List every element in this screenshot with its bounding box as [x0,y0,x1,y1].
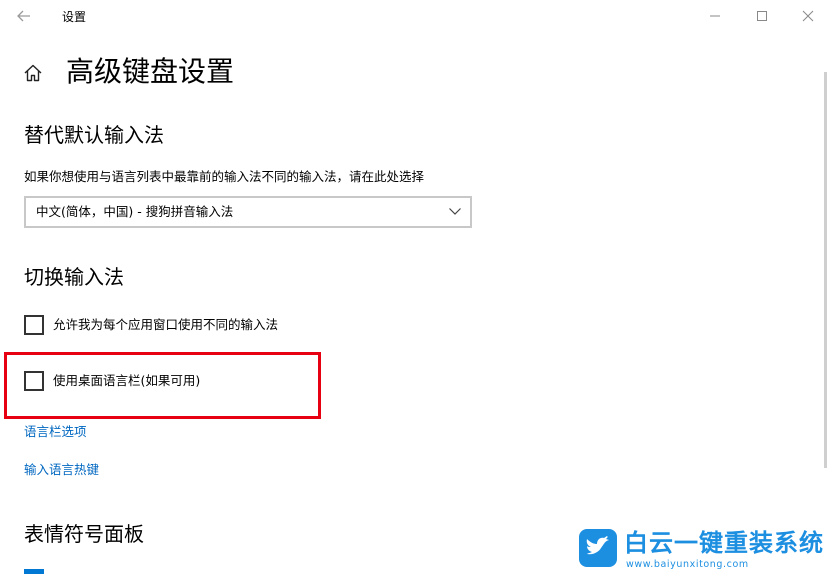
back-arrow-icon[interactable] [10,4,38,28]
watermark-url: www.baiyunxitong.com [626,559,749,570]
close-button[interactable] [785,0,831,32]
per-app-input-label: 允许我为每个应用窗口使用不同的输入法 [53,317,279,332]
override-input-heading: 替代默认输入法 [24,123,164,147]
maximize-button[interactable] [739,0,785,32]
close-icon [802,10,814,22]
watermark-name: 白云一键重装系统 [624,529,824,557]
app-title: 设置 [62,10,87,24]
override-input-description: 如果你想使用与语言列表中最靠前的输入法不同的输入法，请在此处选择 [24,169,425,184]
accent-indicator [24,569,44,574]
input-method-dropdown[interactable]: 中文(简体，中国) - 搜狗拼音输入法 [24,196,472,228]
switch-input-heading: 切换输入法 [24,265,124,289]
dropdown-selected-value: 中文(简体，中国) - 搜狗拼音输入法 [36,204,234,219]
home-icon[interactable] [22,62,44,84]
bird-logo-icon [579,529,617,567]
watermark: 白云一键重装系统 www.baiyunxitong.com [578,528,828,572]
maximize-icon [757,11,767,21]
minimize-button[interactable] [692,0,738,32]
per-app-input-checkbox[interactable] [24,315,44,335]
minimize-icon [710,15,720,17]
highlight-annotation-box [4,352,321,419]
input-language-hotkeys-link[interactable]: 输入语言热键 [24,461,99,479]
title-bar: 设置 [0,0,831,32]
language-bar-options-link[interactable]: 语言栏选项 [24,423,87,441]
page-title: 高级键盘设置 [66,55,235,88]
emoji-panel-heading: 表情符号面板 [24,522,144,546]
scrollbar-thumb[interactable] [824,72,827,468]
chevron-down-icon [449,208,461,215]
